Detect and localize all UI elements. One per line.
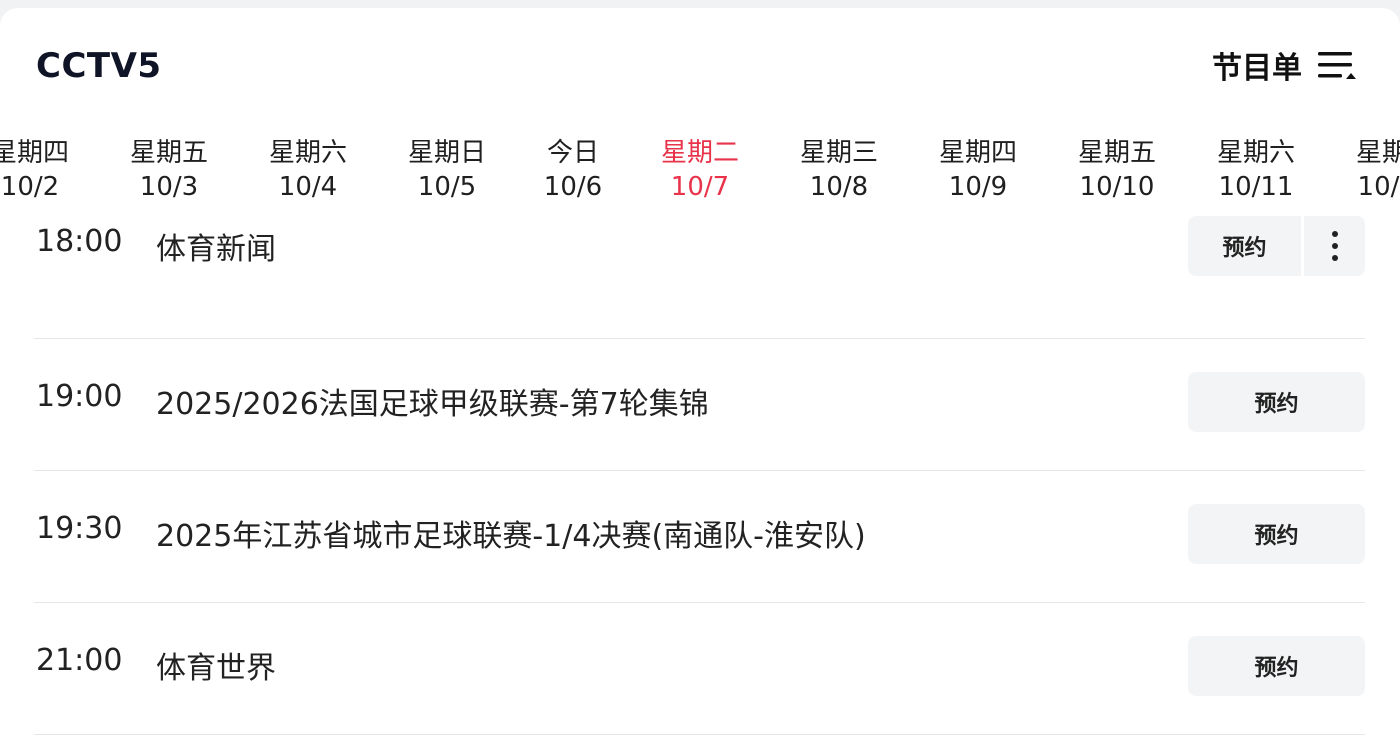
date-tab-4[interactable]: 今日 10/6 (513, 136, 633, 204)
program-time: 18:00 (36, 224, 123, 259)
date-weekday: 星期六 (268, 138, 347, 168)
more-options-button[interactable] (1304, 216, 1365, 276)
date-date: 10/8 (809, 172, 869, 202)
date-weekday: 星期五 (1077, 138, 1156, 168)
date-weekday: 星期六 (1216, 138, 1295, 168)
program-title: 2025年江苏省城市足球联赛-1/4决赛(南通队-淮安队) (156, 519, 866, 554)
reserve-button[interactable]: 预约 (1188, 216, 1301, 276)
date-weekday: 星期二 (660, 138, 739, 168)
date-date: 10/3 (139, 172, 199, 202)
date-weekday: 星期三 (799, 138, 878, 168)
date-tab-8[interactable]: 星期五 10/10 (1057, 136, 1177, 204)
date-tab-1[interactable]: 星期五 10/3 (109, 136, 229, 204)
program-row[interactable]: 18:00 体育新闻 预约 (34, 206, 1365, 339)
date-weekday: 今日 (546, 138, 599, 168)
date-weekday: 星期五 (129, 138, 208, 168)
date-date: 10/5 (417, 172, 477, 202)
schedule-menu-button[interactable]: 节目单 (1212, 42, 1356, 88)
more-vertical-icon (1331, 231, 1338, 261)
schedule-label: 节目单 (1212, 51, 1302, 86)
reserve-button-group: 预约 (1188, 216, 1365, 276)
date-date: 10/12 (1357, 172, 1400, 202)
date-tab-0[interactable]: 星期四 10/2 (0, 136, 90, 204)
date-tab-5[interactable]: 星期二 10/7 (640, 136, 760, 204)
date-date: 10/10 (1079, 172, 1155, 202)
program-row[interactable]: 19:30 2025年江苏省城市足球联赛-1/4决赛(南通队-淮安队) 预约 (34, 470, 1365, 603)
date-date: 10/2 (0, 172, 60, 202)
reserve-button[interactable]: 预约 (1188, 504, 1365, 564)
reserve-button[interactable]: 预约 (1188, 636, 1365, 696)
program-title: 2025/2026法国足球甲级联赛-第7轮集锦 (156, 387, 709, 422)
date-tab-10[interactable]: 星期日 10/12 (1335, 136, 1400, 204)
date-date: 10/9 (948, 172, 1008, 202)
date-tab-2[interactable]: 星期六 10/4 (248, 136, 368, 204)
date-weekday: 星期日 (407, 138, 486, 168)
date-weekday: 星期四 (0, 138, 69, 168)
date-date: 10/6 (543, 172, 603, 202)
date-date: 10/7 (670, 172, 730, 202)
date-date: 10/4 (278, 172, 338, 202)
reserve-button[interactable]: 预约 (1188, 372, 1365, 432)
program-title: 体育世界 (156, 651, 276, 686)
date-date: 10/11 (1218, 172, 1294, 202)
program-row[interactable]: 21:00 体育世界 预约 (34, 602, 1365, 735)
program-time: 19:30 (36, 511, 123, 546)
date-tab-7[interactable]: 星期四 10/9 (918, 136, 1038, 204)
program-row[interactable]: 19:00 2025/2026法国足球甲级联赛-第7轮集锦 预约 (34, 338, 1365, 471)
program-time: 19:00 (36, 379, 123, 414)
schedule-card: CCTV5 节目单 星期四 10/2 星期五 10/3 星期六 10/4 星期日 10/5 今日… (0, 8, 1400, 748)
program-title: 体育新闻 (156, 232, 276, 267)
date-weekday: 星期日 (1355, 138, 1400, 168)
program-time: 21:00 (36, 643, 123, 678)
date-tab-3[interactable]: 星期日 10/5 (387, 136, 507, 204)
channel-title: CCTV5 (36, 46, 162, 86)
list-sort-icon (1318, 52, 1356, 79)
date-tab-9[interactable]: 星期六 10/11 (1196, 136, 1316, 204)
date-weekday: 星期四 (938, 138, 1017, 168)
date-tab-6[interactable]: 星期三 10/8 (779, 136, 899, 204)
